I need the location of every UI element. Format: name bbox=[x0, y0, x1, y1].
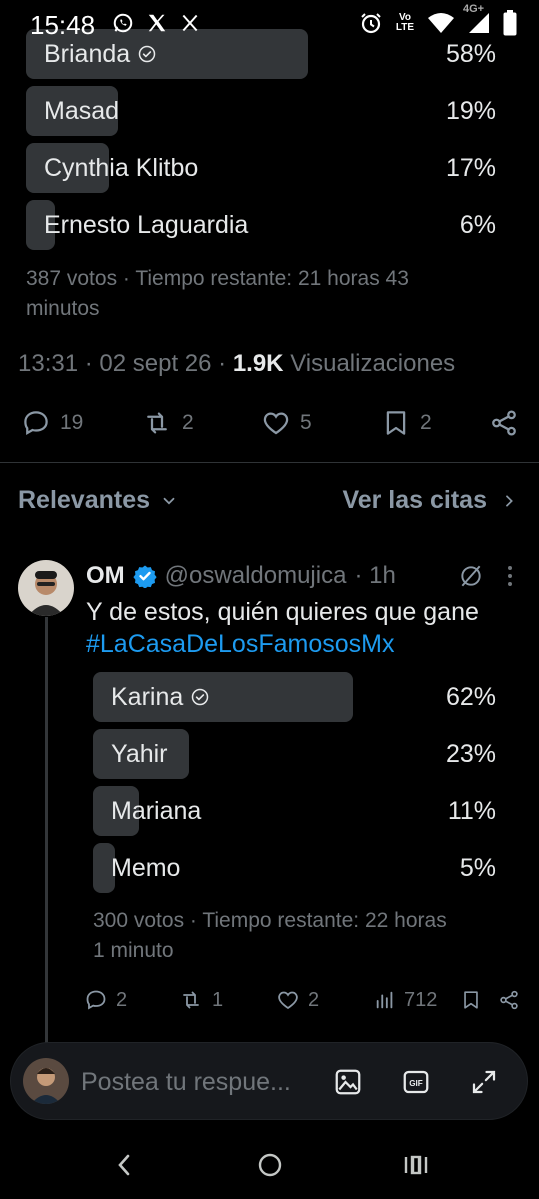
poll-option-label: Ernesto Laguardia bbox=[44, 211, 249, 239]
view-quotes-link[interactable]: Ver las citas bbox=[342, 486, 517, 515]
bookmark-icon bbox=[386, 411, 406, 435]
reply-icon bbox=[86, 990, 106, 1010]
share-button[interactable] bbox=[488, 408, 520, 438]
poll-option-percent: 19% bbox=[445, 97, 496, 125]
reply-icon bbox=[24, 411, 48, 435]
expand-icon[interactable] bbox=[469, 1067, 499, 1102]
poll-option: Memo 5% bbox=[93, 843, 496, 893]
reply-composer[interactable]: Postea tu respue... GIF bbox=[10, 1042, 528, 1120]
svg-text:GIF: GIF bbox=[409, 1079, 423, 1088]
sort-dropdown[interactable]: Relevantes bbox=[18, 486, 178, 515]
poll-option-percent: 17% bbox=[445, 154, 496, 182]
analytics-icon bbox=[376, 991, 393, 1009]
share-button[interactable] bbox=[498, 988, 520, 1012]
home-icon[interactable] bbox=[255, 1150, 285, 1185]
reply-header: OM @oswaldomujica · 1h bbox=[86, 560, 396, 592]
grok-icon[interactable] bbox=[458, 563, 484, 594]
author-handle[interactable]: @oswaldomujica bbox=[165, 562, 347, 590]
back-icon[interactable] bbox=[112, 1150, 136, 1185]
reply-button[interactable]: 2 bbox=[84, 988, 127, 1012]
poll-option-percent: 5% bbox=[459, 854, 496, 882]
poll-option: Mariana 11% bbox=[93, 786, 496, 836]
reply-poll-meta: 300 votos · Tiempo restante: 22 horas 1 … bbox=[93, 909, 447, 962]
like-button[interactable]: 5 bbox=[260, 408, 312, 438]
chevron-right-icon bbox=[506, 494, 513, 507]
signal-4g-icon: 4G+ bbox=[463, 3, 491, 35]
reply-filter-row: Relevantes Ver las citas bbox=[0, 486, 539, 522]
poll-option: Cynthia Klitbo 17% bbox=[26, 143, 496, 193]
bookmark-icon bbox=[464, 991, 478, 1009]
reply-button[interactable]: 19 bbox=[20, 408, 83, 438]
poll-option-percent: 62% bbox=[445, 683, 496, 711]
bookmark-button[interactable] bbox=[460, 988, 482, 1012]
hashtag-link[interactable]: #LaCasaDeLosFamososMx bbox=[86, 628, 394, 660]
poll-option: Masad 19% bbox=[26, 86, 496, 136]
battery-icon bbox=[503, 10, 517, 36]
post-time: · 1h bbox=[354, 562, 396, 589]
tweet-timestamp: 13:31 · 02 sept 26 · 1.9K Visualizacione… bbox=[18, 350, 456, 377]
recents-icon[interactable] bbox=[402, 1150, 430, 1185]
winner-check-icon bbox=[191, 688, 209, 706]
views-button[interactable]: 712 bbox=[374, 988, 437, 1012]
whatsapp-icon bbox=[112, 12, 134, 34]
share-icon bbox=[500, 990, 518, 1010]
heart-icon bbox=[263, 412, 289, 435]
composer-avatar bbox=[23, 1058, 69, 1104]
image-icon[interactable] bbox=[333, 1067, 363, 1102]
x-logo-icon bbox=[180, 13, 200, 33]
poll-option-label: Cynthia Klitbo bbox=[44, 154, 199, 182]
poll-option: Yahir 23% bbox=[93, 729, 496, 779]
status-bar: 15:48 Vo LTE 4G+ bbox=[0, 0, 539, 52]
gif-icon[interactable]: GIF bbox=[401, 1067, 431, 1102]
repost-button[interactable]: 2 bbox=[140, 408, 194, 438]
views-count: 1.9K bbox=[232, 350, 284, 377]
divider bbox=[0, 462, 539, 463]
poll-option-label: Karina bbox=[111, 672, 209, 722]
poll-option-label: Yahir bbox=[111, 740, 168, 768]
reply-text: Y de estos, quién quieres que gane bbox=[86, 598, 479, 626]
poll-option: Karina 62% bbox=[93, 672, 496, 722]
wifi-icon bbox=[427, 12, 455, 34]
poll-option-label: Memo bbox=[111, 854, 181, 882]
poll-option-percent: 23% bbox=[445, 740, 496, 768]
x-logo-icon bbox=[146, 12, 168, 34]
bookmark-button[interactable]: 2 bbox=[380, 408, 432, 438]
repost-icon bbox=[147, 412, 167, 434]
poll-option-label: Masad bbox=[44, 97, 120, 125]
poll-option-percent: 11% bbox=[447, 797, 496, 825]
poll-meta: 387 votos · Tiempo restante: 21 horas 43… bbox=[26, 267, 409, 320]
author-name[interactable]: OM bbox=[86, 562, 125, 590]
system-nav-bar bbox=[0, 1140, 539, 1199]
chevron-down-icon bbox=[163, 497, 175, 505]
share-icon bbox=[492, 410, 516, 436]
poll-option-label: Mariana bbox=[111, 797, 202, 825]
alarm-icon bbox=[359, 11, 383, 35]
thread-line bbox=[45, 617, 48, 1047]
more-options-icon[interactable] bbox=[500, 563, 520, 594]
verified-badge-icon bbox=[133, 565, 157, 588]
status-time: 15:48 bbox=[30, 10, 96, 40]
volte-icon: Vo LTE bbox=[395, 12, 415, 33]
avatar[interactable] bbox=[18, 560, 74, 616]
like-button[interactable]: 2 bbox=[276, 988, 319, 1012]
repost-icon bbox=[183, 991, 199, 1009]
heart-icon bbox=[278, 991, 298, 1010]
poll-option-percent: 6% bbox=[459, 211, 496, 239]
repost-button[interactable]: 1 bbox=[178, 988, 223, 1012]
poll-option: Ernesto Laguardia 6% bbox=[26, 200, 496, 250]
reply-input[interactable]: Postea tu respue... bbox=[81, 1043, 291, 1121]
